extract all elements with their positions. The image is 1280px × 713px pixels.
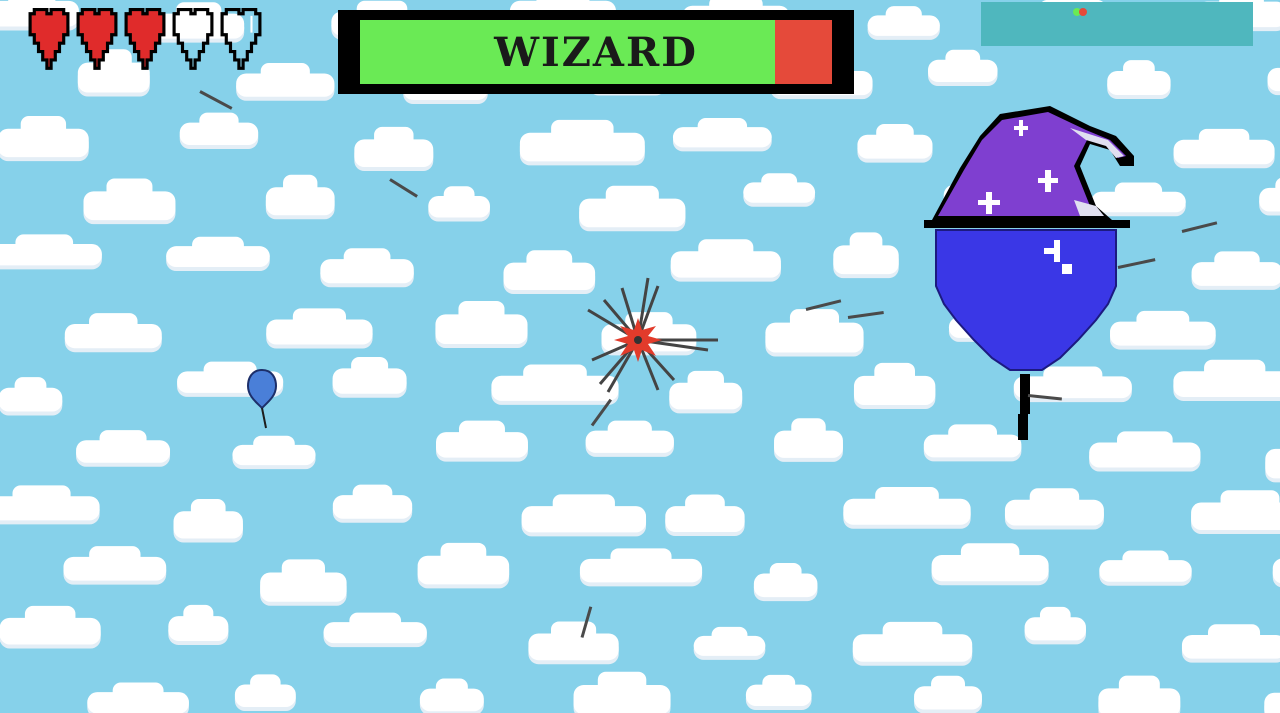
impact-burst <box>587 277 718 393</box>
wizard-hat-icon <box>924 106 1134 228</box>
boss-name: WIZARD <box>494 28 698 76</box>
boss-health-bar: WIZARD <box>338 10 854 94</box>
minimap-marker <box>1079 8 1087 16</box>
heart-full-icon <box>28 4 70 76</box>
heart-empty-icon <box>172 4 214 76</box>
heart-empty-icon <box>220 4 262 76</box>
minimap <box>981 2 1253 46</box>
wizard-boss-balloon[interactable] <box>920 96 1150 446</box>
player-balloon[interactable] <box>244 368 280 432</box>
lives-hearts <box>28 4 262 76</box>
heart-full-icon <box>124 4 166 76</box>
boss-health-track: WIZARD <box>360 20 832 84</box>
heart-full-icon <box>76 4 118 76</box>
wizard-balloon-icon <box>935 229 1117 440</box>
